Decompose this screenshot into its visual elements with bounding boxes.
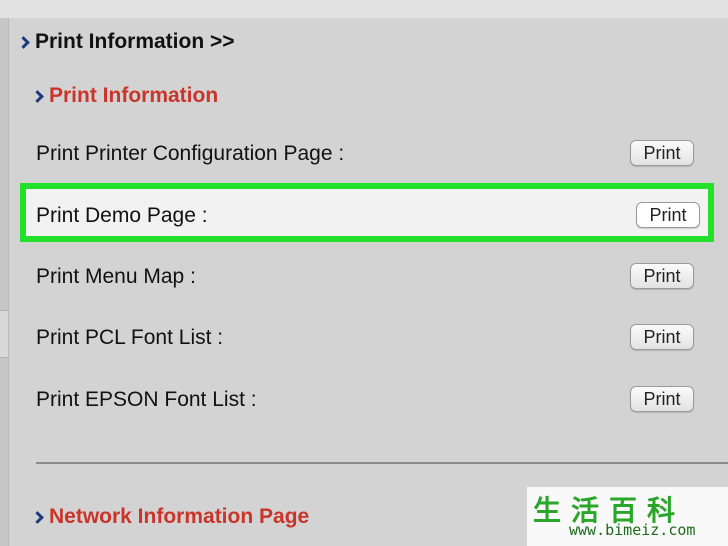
row-label: Print Demo Page : xyxy=(36,204,208,227)
row-pcl-font-list: Print PCL Font List : Print xyxy=(26,312,708,364)
row-demo-page-highlighted: Print Demo Page : Print xyxy=(20,183,714,242)
left-sidebar-strip xyxy=(0,18,9,546)
chevron-right-icon xyxy=(33,90,43,102)
row-label: Print Menu Map : xyxy=(36,265,196,288)
row-printer-configuration: Print Printer Configuration Page : Print xyxy=(26,128,708,180)
network-information-header[interactable]: Network Information Page xyxy=(33,505,309,529)
print-information-header[interactable]: Print Information >> xyxy=(19,30,235,54)
subheader-title: Print Information xyxy=(49,84,219,107)
print-configuration-button[interactable]: Print xyxy=(630,140,694,166)
top-bar xyxy=(0,0,728,18)
header-title: Print Information >> xyxy=(35,30,235,53)
watermark-url: www.bimeiz.com xyxy=(569,521,696,539)
chevron-right-icon xyxy=(33,511,43,523)
row-epson-font-list: Print EPSON Font List : Print xyxy=(26,374,708,426)
row-menu-map: Print Menu Map : Print xyxy=(26,251,708,303)
row-label: Print EPSON Font List : xyxy=(36,388,257,411)
row-label: Print PCL Font List : xyxy=(36,326,224,349)
print-information-subheader: Print Information xyxy=(33,84,218,108)
row-label: Print Printer Configuration Page : xyxy=(36,142,345,165)
print-pcl-font-list-button[interactable]: Print xyxy=(630,324,694,350)
chevron-right-icon xyxy=(19,36,29,48)
sidebar-notch[interactable] xyxy=(0,310,8,358)
watermark: 生活百科 www.bimeiz.com xyxy=(527,487,728,546)
print-demo-page-button[interactable]: Print xyxy=(636,202,700,228)
section-divider xyxy=(36,462,728,464)
network-title: Network Information Page xyxy=(49,505,310,528)
print-menu-map-button[interactable]: Print xyxy=(630,263,694,289)
print-epson-font-list-button[interactable]: Print xyxy=(630,386,694,412)
